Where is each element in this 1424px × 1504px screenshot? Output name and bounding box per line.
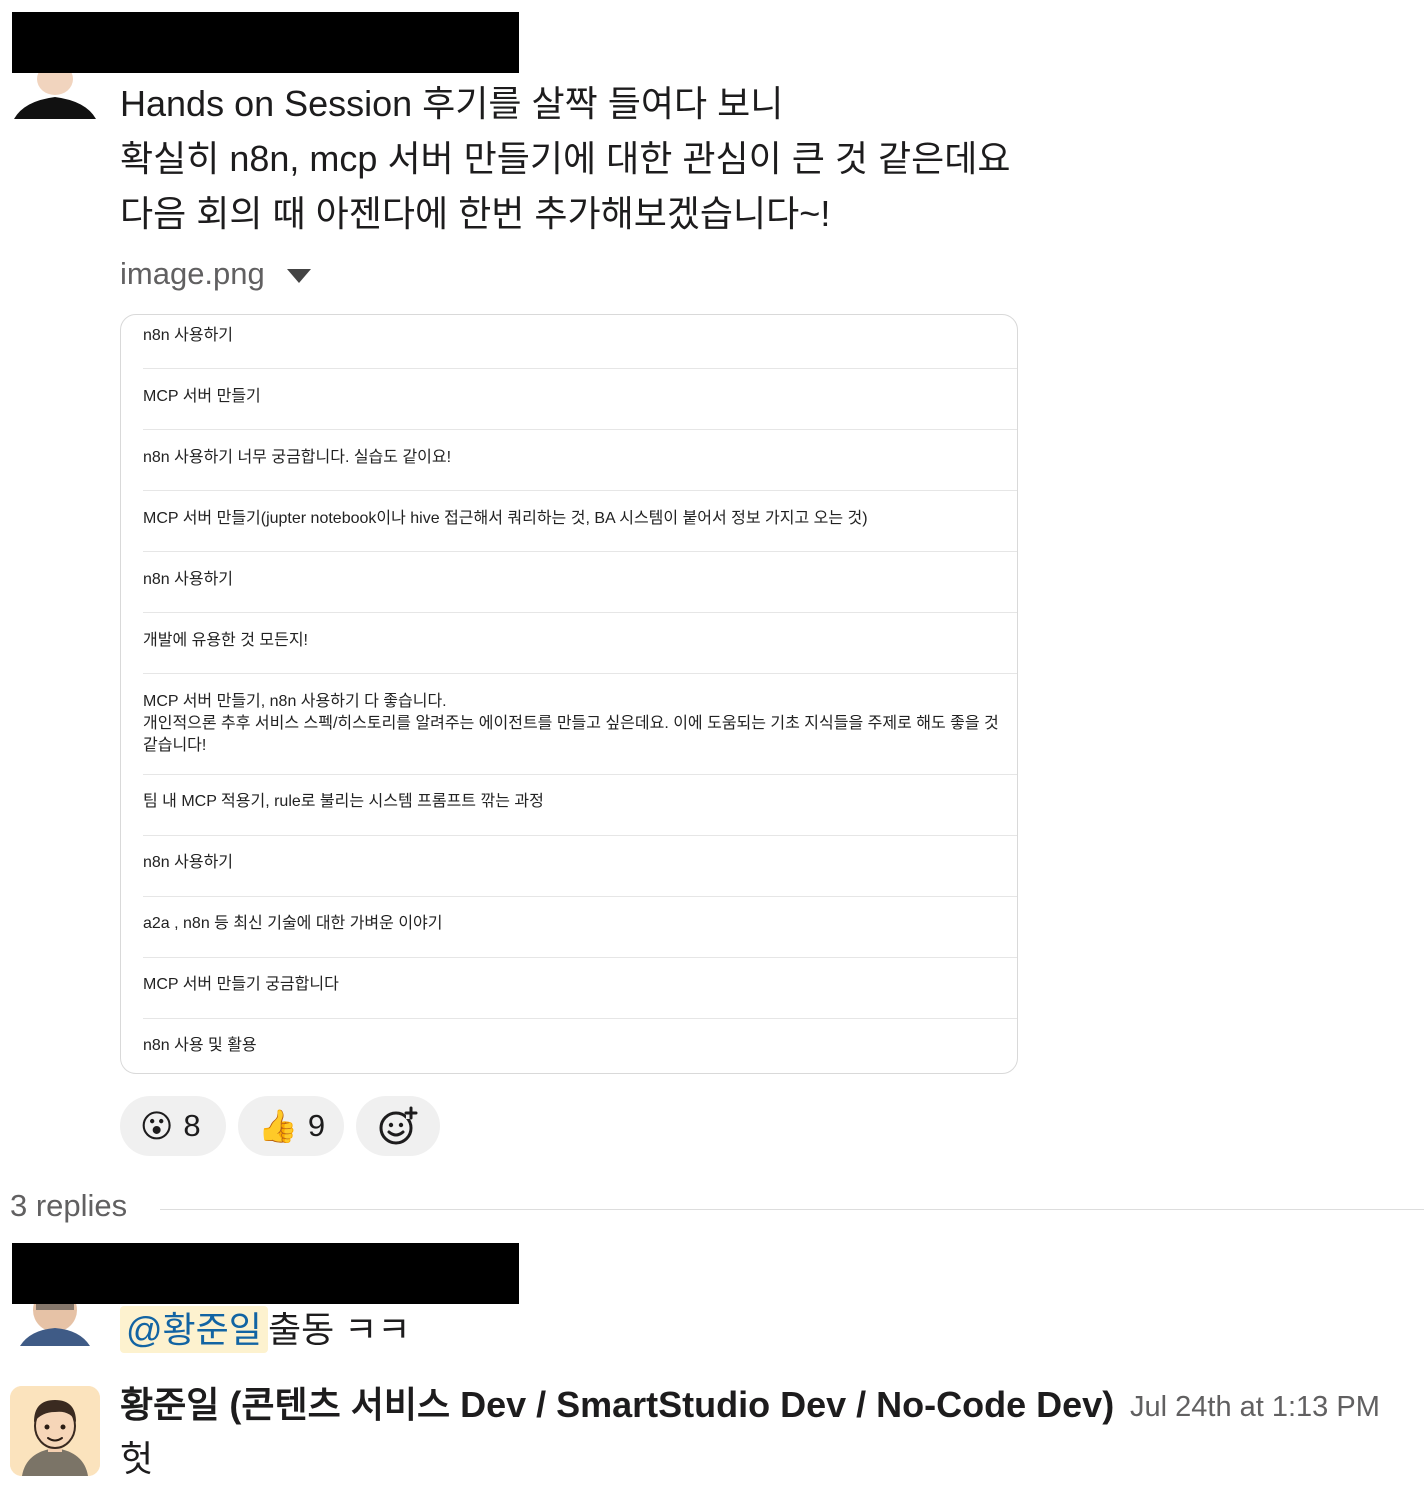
image-row-divider [143, 896, 1017, 897]
thread-replies-count[interactable]: 3 replies [10, 1188, 127, 1224]
image-row-divider [143, 835, 1017, 836]
attachment-header[interactable]: image.png [120, 256, 311, 292]
redacted-reply-author [12, 1243, 519, 1304]
image-row-divider [143, 551, 1017, 552]
image-row: MCP 서버 만들기(jupter notebook이나 hive 접근해서 쿼… [143, 510, 868, 527]
image-row-divider [143, 774, 1017, 775]
author-avatar[interactable] [14, 73, 96, 119]
reaction-thumbsup[interactable]: 👍 9 [238, 1096, 344, 1156]
reaction-surprised[interactable]: 😮 8 [120, 1096, 226, 1156]
reaction-count: 9 [307, 1108, 326, 1143]
user-mention[interactable]: @황준일 [120, 1306, 268, 1353]
reply-author-name[interactable]: 황준일 (콘텐츠 서비스 Dev / SmartStudio Dev / No-… [120, 1380, 1114, 1430]
redacted-author-name [12, 12, 519, 73]
image-row-divider [143, 429, 1017, 430]
reply-text: 헛 [120, 1438, 154, 1479]
image-row: n8n 사용 및 활용 [143, 1037, 257, 1054]
image-row-divider [143, 490, 1017, 491]
message-line-3: 다음 회의 때 아젠다에 한번 추가해보겠습니다~! [120, 193, 831, 234]
thread-divider [160, 1209, 1424, 1210]
image-row: n8n 사용하기 [143, 854, 234, 871]
thumbs-up-emoji-icon: 👍 [258, 1108, 298, 1144]
image-row: 팀 내 MCP 적용기, rule로 불리는 시스템 프롬프트 깎는 과정 [143, 793, 544, 810]
image-row: 개발에 유용한 것 모든지! [143, 632, 308, 649]
reaction-count: 8 [183, 1108, 201, 1143]
add-reaction-button[interactable] [356, 1096, 440, 1156]
image-row-divider [143, 957, 1017, 958]
image-row-divider [143, 673, 1017, 674]
add-reaction-icon [379, 1106, 418, 1145]
image-row: n8n 사용하기 [143, 571, 234, 588]
image-row: n8n 사용하기 너무 궁금합니다. 실습도 같이요! [143, 449, 452, 466]
image-row-divider [143, 368, 1017, 369]
image-row: MCP 서버 만들기, n8n 사용하기 다 좋습니다. 개인적으론 추후 서비… [143, 693, 999, 754]
reply-author-avatar[interactable] [10, 1304, 100, 1346]
image-row-divider [143, 612, 1017, 613]
image-row-divider [143, 1018, 1017, 1019]
message-line-2: 확실히 n8n, mcp 서버 만들기에 대한 관심이 큰 것 같은데요 [120, 138, 1011, 179]
image-row: n8n 사용하기 [143, 327, 234, 344]
reply-timestamp[interactable]: Jul 24th at 1:13 PM [1130, 1385, 1380, 1429]
reply-author-avatar[interactable] [10, 1386, 100, 1476]
message-line-1: Hands on Session 후기를 살짝 들여다 보니 [120, 83, 784, 124]
image-row: MCP 서버 만들기 [143, 388, 261, 405]
image-row: MCP 서버 만들기 궁금합니다 [143, 976, 339, 993]
surprised-emoji-icon: 😮 [140, 1108, 174, 1144]
image-row: a2a , n8n 등 최신 기술에 대한 가벼운 이야기 [143, 915, 443, 932]
reply-text: 출동 ㅋㅋ [268, 1309, 411, 1350]
attachment-filename[interactable]: image.png [120, 256, 265, 292]
chevron-down-icon[interactable] [286, 269, 311, 283]
attachment-image[interactable]: n8n 사용하기 MCP 서버 만들기 n8n 사용하기 너무 궁금합니다. 실… [120, 314, 1018, 1074]
